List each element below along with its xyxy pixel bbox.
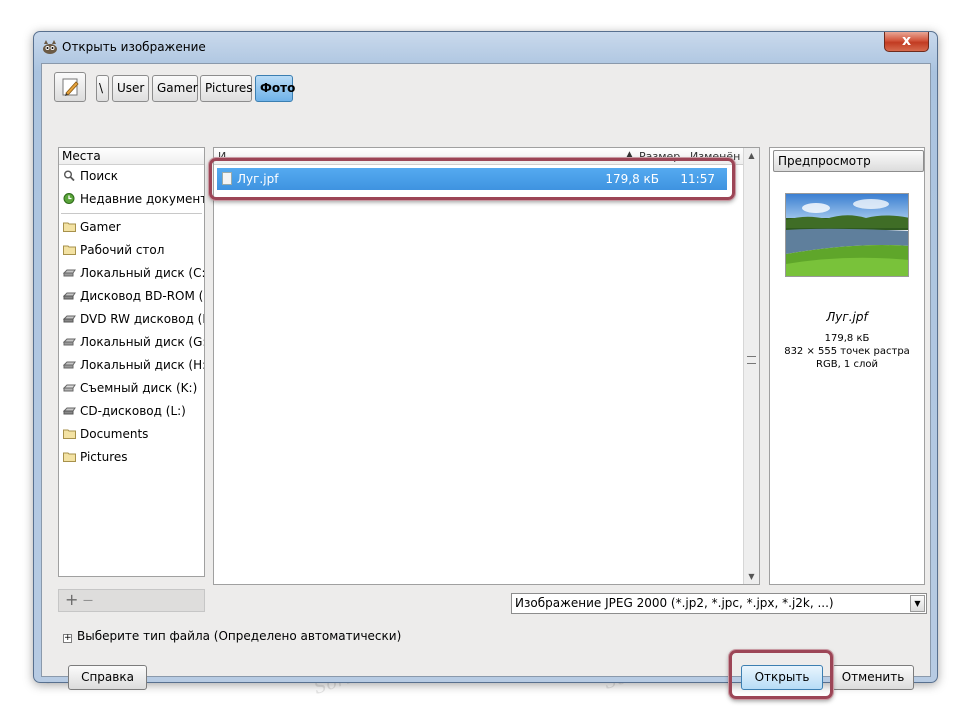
place-desktop[interactable]: Рабочий стол	[59, 239, 204, 262]
preview-size: 179,8 кБ	[824, 333, 870, 344]
close-button[interactable]: x	[884, 32, 929, 52]
pencil-icon	[62, 78, 79, 96]
preview-dimensions: 832 × 555 точек растра	[784, 346, 910, 357]
place-label: CD-дисковод (L:)	[80, 404, 186, 418]
chevron-down-icon[interactable]: ▼	[910, 595, 925, 612]
dialog-body: \ User Gamer Pictures Фото Места Поиск Н…	[41, 63, 931, 699]
file-type-expander[interactable]: + Выберите тип файла (Определено автомати…	[63, 629, 401, 643]
optical-drive-icon	[63, 407, 76, 415]
expand-plus-icon: +	[63, 633, 72, 643]
preview-color-info: RGB, 1 слой	[816, 359, 878, 370]
place-recent[interactable]: Недавние документы	[59, 188, 204, 211]
gimp-app-icon	[43, 40, 57, 54]
preview-info: 179,8 кБ 832 × 555 точек растра RGB, 1 с…	[770, 332, 924, 371]
removable-drive-icon	[63, 384, 76, 392]
place-label: Локальный диск (G:)	[80, 335, 205, 349]
places-sidebar: Места Поиск Недавние документы Gamer Раб…	[58, 147, 205, 577]
place-documents[interactable]: Documents	[59, 423, 204, 446]
place-pictures[interactable]: Pictures	[59, 446, 204, 469]
drive-icon	[63, 269, 76, 277]
title-bar[interactable]: Открыть изображение x	[34, 32, 937, 62]
crumb-gamer[interactable]: Gamer	[152, 75, 198, 102]
file-list[interactable]: И ▲ Размер Изменён Луг.jpf 179,8 кБ 11:5…	[213, 147, 760, 585]
scroll-up-button[interactable]: ▲	[744, 148, 759, 163]
preview-thumbnail	[785, 193, 909, 277]
place-label: Недавние документы	[80, 192, 205, 206]
open-button-highlight-annotation	[729, 650, 833, 699]
type-location-button[interactable]	[54, 72, 86, 102]
file-filter-select[interactable]: Изображение JPEG 2000 (*.jp2, *.jpc, *.j…	[511, 593, 927, 614]
preview-file-name: Луг.jpf	[826, 310, 868, 324]
place-bd-rom[interactable]: Дисковод BD-ROM (...	[59, 285, 204, 308]
cancel-button[interactable]: Отменить	[832, 665, 914, 690]
file-type-label: Выберите тип файла (Определено автоматич…	[77, 629, 402, 643]
place-label: Съемный диск (K:)	[80, 381, 198, 395]
places-separator	[61, 213, 202, 214]
close-icon: x	[901, 33, 912, 49]
file-highlight-annotation	[209, 158, 735, 200]
remove-bookmark-button[interactable]: —	[83, 594, 93, 608]
landscape-image	[786, 194, 908, 276]
folder-icon	[63, 222, 76, 232]
place-drive-h[interactable]: Локальный диск (H:)	[59, 354, 204, 377]
scroll-thumb[interactable]	[747, 356, 756, 364]
add-bookmark-button[interactable]: +	[65, 592, 78, 608]
place-cd-l[interactable]: CD-дисковод (L:)	[59, 400, 204, 423]
folder-icon	[63, 452, 76, 462]
places-toolbar: + —	[58, 589, 205, 612]
place-label: DVD RW дисковод (E:)	[80, 312, 205, 326]
place-search[interactable]: Поиск	[59, 165, 204, 188]
crumb-pictures[interactable]: Pictures	[200, 75, 253, 102]
crumb-root[interactable]: \	[96, 75, 109, 102]
preview-panel: Предпросмотр Луг.jpf 179,8 кБ 832 × 555 …	[769, 147, 925, 585]
place-dvd-rw[interactable]: DVD RW дисковод (E:)	[59, 308, 204, 331]
recent-icon	[63, 193, 75, 204]
optical-drive-icon	[63, 292, 76, 300]
places-header[interactable]: Места	[59, 148, 204, 165]
place-label: Documents	[80, 427, 149, 441]
open-image-dialog: Открыть изображение x \ User Gamer Pictu…	[33, 31, 938, 699]
search-icon	[64, 170, 75, 181]
file-filter-value: Изображение JPEG 2000 (*.jp2, *.jpc, *.j…	[515, 596, 834, 610]
place-label: Дисковод BD-ROM (...	[80, 289, 205, 303]
crumb-user[interactable]: User	[112, 75, 149, 102]
window-title: Открыть изображение	[62, 40, 206, 54]
place-label: Gamer	[80, 220, 121, 234]
preview-button[interactable]: Предпросмотр	[773, 150, 924, 172]
crumb-foto[interactable]: Фото	[255, 75, 295, 102]
place-drive-c[interactable]: Локальный диск (C:)	[59, 262, 204, 285]
place-drive-g[interactable]: Локальный диск (G:)	[59, 331, 204, 354]
drive-icon	[63, 338, 76, 346]
folder-icon	[63, 245, 76, 255]
folder-icon	[63, 429, 76, 439]
help-button[interactable]: Справка	[68, 665, 147, 690]
place-label: Поиск	[80, 169, 119, 183]
place-label: Рабочий стол	[80, 243, 165, 257]
optical-drive-icon	[63, 315, 76, 323]
place-label: Локальный диск (C:)	[80, 266, 205, 280]
drive-icon	[63, 361, 76, 369]
place-gamer[interactable]: Gamer	[59, 216, 204, 239]
place-label: Pictures	[80, 450, 128, 464]
place-removable-k[interactable]: Съемный диск (K:)	[59, 377, 204, 400]
file-list-scrollbar[interactable]: ▲ ▼	[743, 148, 759, 584]
scroll-down-button[interactable]: ▼	[744, 569, 759, 584]
place-label: Локальный диск (H:)	[80, 358, 205, 372]
